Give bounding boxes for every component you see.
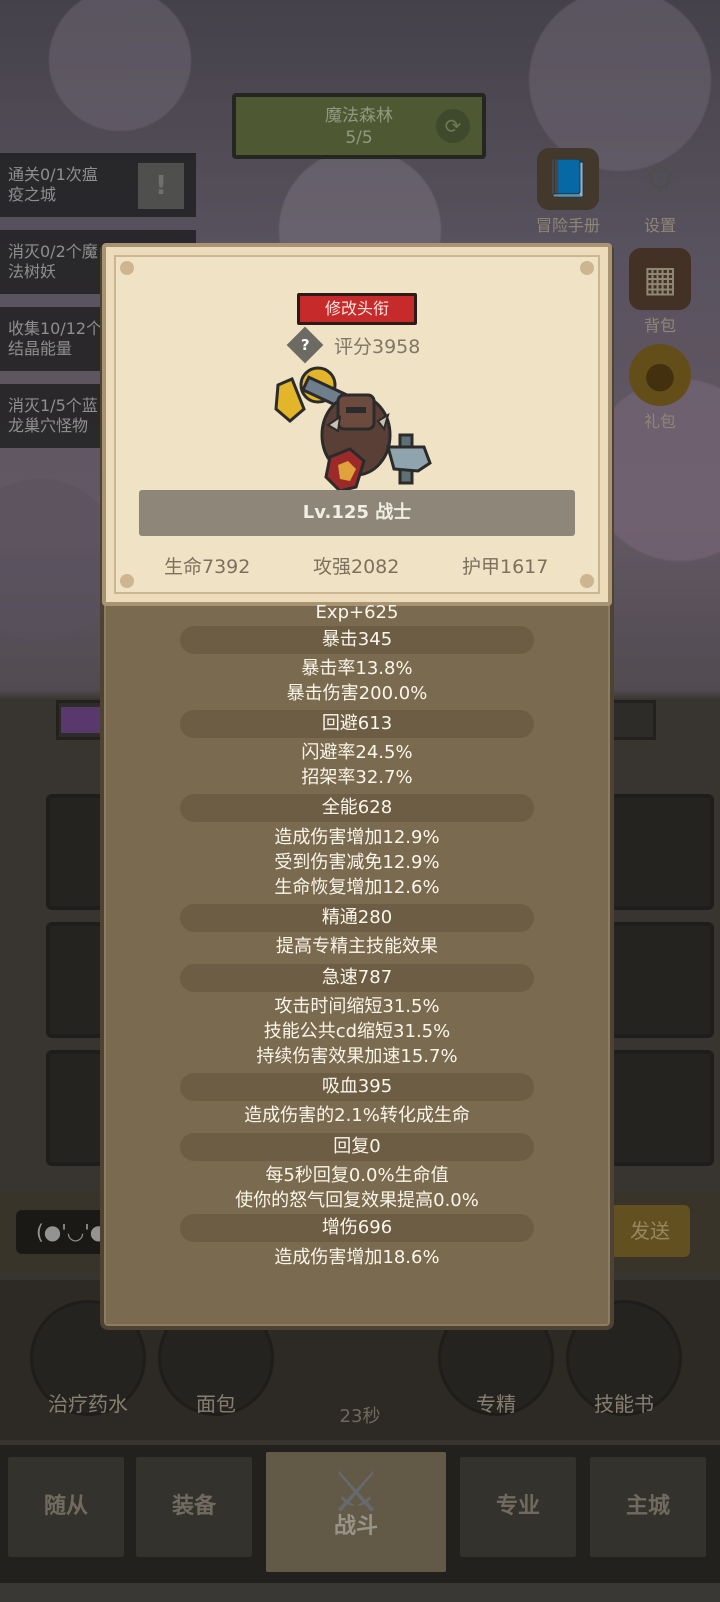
stat-group-title: 回复0 (180, 1133, 534, 1161)
stat-detail: 暴击率13.8% (301, 658, 413, 679)
stat-detail: 暴击伤害200.0% (286, 683, 428, 704)
stat-group-title: 急速787 (180, 964, 534, 992)
card-corner (580, 261, 594, 275)
hp-stat: 生命7392 (164, 556, 251, 578)
card-corner (120, 574, 134, 588)
stat-group-title: 暴击345 (180, 626, 534, 654)
card-corner (580, 574, 594, 588)
exp-bonus: Exp+625 (315, 602, 399, 623)
stat-group-title: 回避613 (180, 710, 534, 738)
stat-detail: 闪避率24.5% (301, 742, 413, 763)
stat-group-title: 精通280 (180, 904, 534, 932)
stat-group-title: 吸血395 (180, 1073, 534, 1101)
stat-detail: 受到伤害减免12.9% (274, 852, 440, 873)
shield-icon (324, 447, 366, 493)
stat-detail: 生命恢复增加12.6% (274, 877, 440, 898)
stat-detail: 造成伤害增加12.9% (274, 827, 440, 848)
stat-detail: 技能公共cd缩短31.5% (263, 1021, 451, 1042)
question-mark-icon[interactable]: ? (286, 326, 324, 364)
score-row: ? 评分3958 (286, 326, 421, 364)
stat-detail: 每5秒回复0.0%生命值 (265, 1165, 449, 1186)
stat-detail: 使你的怒气回复效果提高0.0% (235, 1190, 479, 1211)
stat-detail: 造成伤害的2.1%转化成生命 (244, 1105, 470, 1126)
stat-detail: 攻击时间缩短31.5% (274, 996, 440, 1017)
warrior-avatar (274, 366, 432, 493)
axe-icon (386, 433, 432, 485)
attack-stat: 攻强2082 (313, 556, 400, 578)
stat-detail: 持续伤害效果加速15.7% (256, 1046, 458, 1067)
level-class-bar: Lv.125 战士 (139, 490, 575, 536)
stat-group-title: 全能628 (180, 794, 534, 822)
stat-detail: 招架率32.7% (301, 767, 413, 788)
stat-detail: 提高专精主技能效果 (276, 936, 438, 957)
stat-group-title: 增伤696 (180, 1214, 534, 1242)
rename-title-button[interactable]: 修改头衔 (297, 293, 417, 325)
score-value: 评分3958 (334, 335, 421, 358)
stat-detail: 造成伤害增加18.6% (274, 1247, 440, 1268)
armor-stat: 护甲1617 (462, 556, 549, 578)
card-corner (120, 261, 134, 275)
